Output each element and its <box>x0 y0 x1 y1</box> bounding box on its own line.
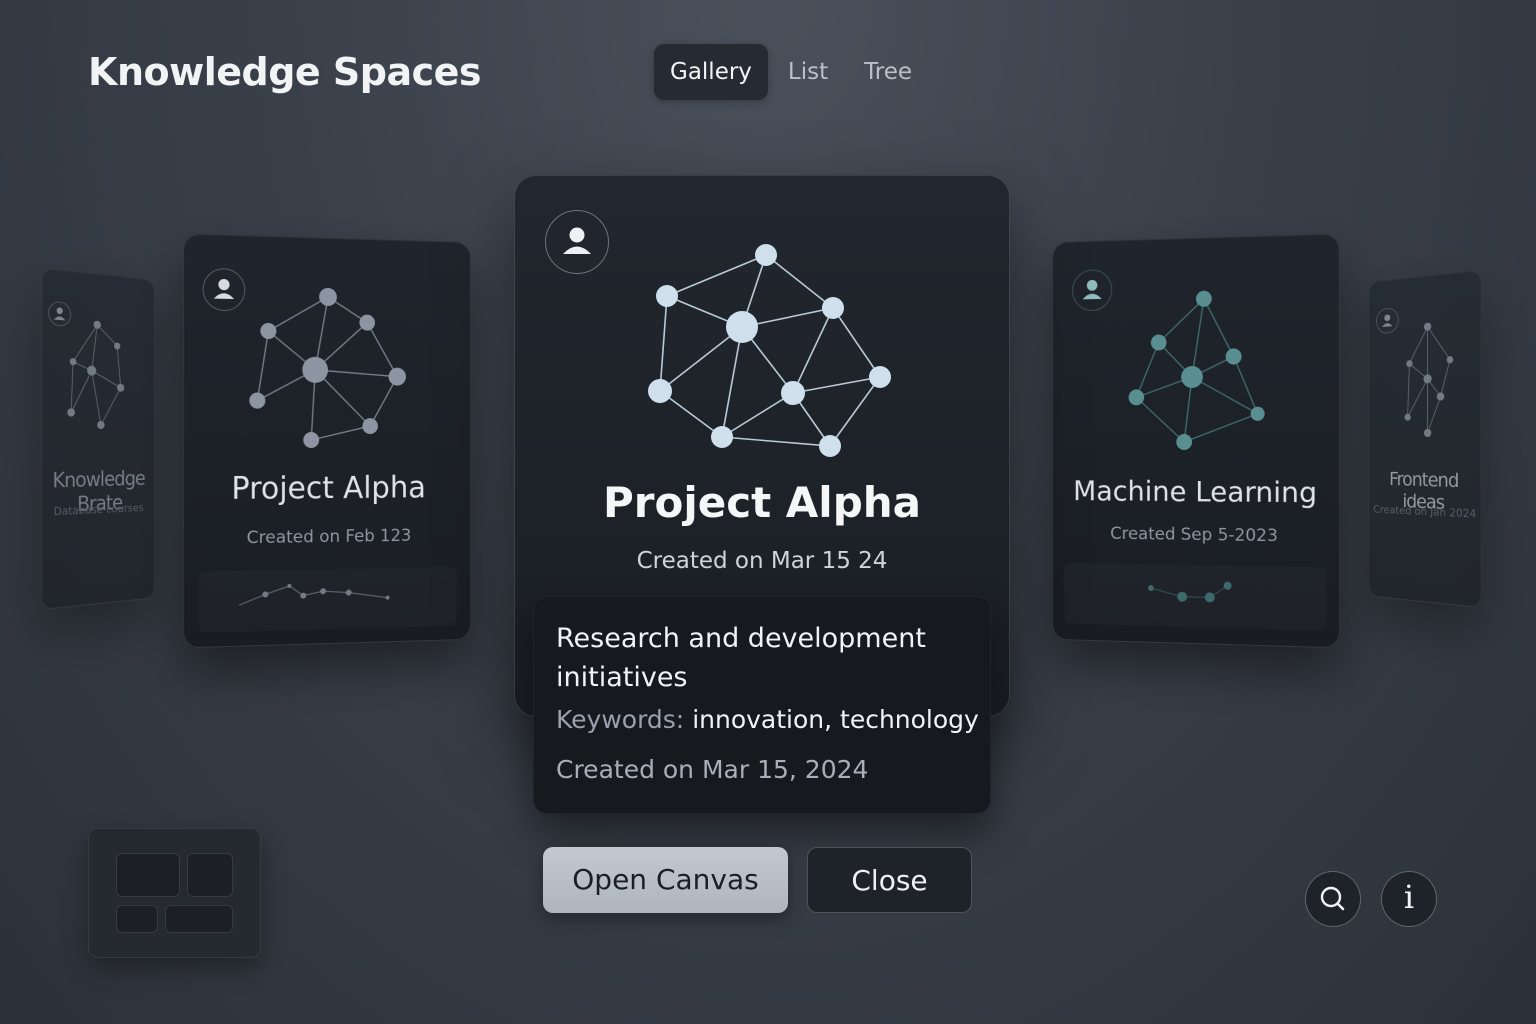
card-title: Project Alpha <box>231 470 426 507</box>
card-title: Project Alpha <box>602 478 922 527</box>
knowledge-graph-icon <box>67 320 125 430</box>
space-created-date: Created on Mar 15, 2024 <box>556 755 869 784</box>
space-card-left[interactable]: Project Alpha Created on Feb 123 <box>183 233 471 649</box>
info-icon: i <box>1403 878 1415 916</box>
keywords-values: innovation, technology <box>692 705 979 734</box>
card-date: Created on Mar 15 24 <box>636 548 888 574</box>
open-canvas-button[interactable]: Open Canvas <box>543 847 788 913</box>
knowledge-graph-icon <box>1404 322 1454 437</box>
view-tabs: Gallery List Tree <box>654 44 928 100</box>
space-description: Research and development initiatives <box>556 623 926 693</box>
space-card-far-left[interactable]: Knowledge Brate Database courses <box>41 267 155 611</box>
keywords-label: Keywords: <box>556 705 685 734</box>
tab-list[interactable]: List <box>772 44 844 100</box>
knowledge-graph-icon <box>1128 290 1265 450</box>
search-button[interactable] <box>1305 871 1361 927</box>
close-button[interactable]: Close <box>807 847 972 913</box>
card-preview-strip <box>198 567 456 633</box>
grid-layout-icon[interactable] <box>88 828 261 958</box>
card-title: Machine Learning <box>1073 474 1318 510</box>
search-icon <box>1320 886 1345 911</box>
card-date: Created on Feb 123 <box>246 525 412 549</box>
knowledge-graph-icon <box>249 287 406 449</box>
space-detail-panel: Research and development initiatives Key… <box>533 596 991 814</box>
space-card-right[interactable]: Machine Learning Created Sep 5-2023 <box>1052 233 1340 649</box>
knowledge-graph-icon <box>648 244 891 457</box>
card-preview-strip <box>1064 563 1326 631</box>
info-button[interactable]: i <box>1381 871 1437 927</box>
page-title: Knowledge Spaces <box>88 50 482 94</box>
space-keywords: Keywords: innovation, technology <box>556 705 979 734</box>
card-date: Created Sep 5-2023 <box>1110 523 1278 547</box>
tab-tree[interactable]: Tree <box>848 44 928 100</box>
space-card-far-right[interactable]: Frontend ideas Created on Jan 2024 <box>1368 269 1482 609</box>
tab-gallery[interactable]: Gallery <box>654 44 768 100</box>
